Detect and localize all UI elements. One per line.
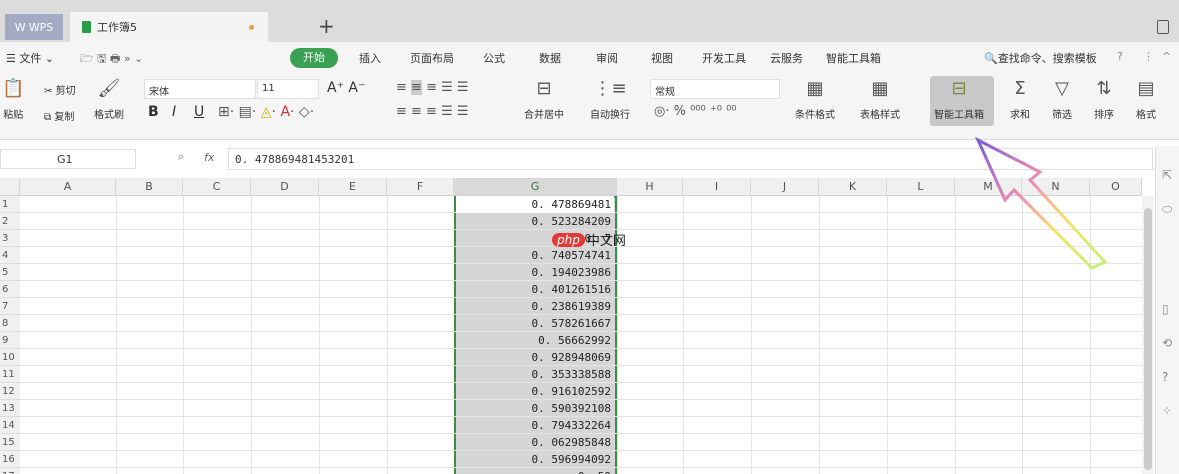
arrow-icon xyxy=(974,136,1108,270)
annotation-arrow xyxy=(974,136,1108,270)
